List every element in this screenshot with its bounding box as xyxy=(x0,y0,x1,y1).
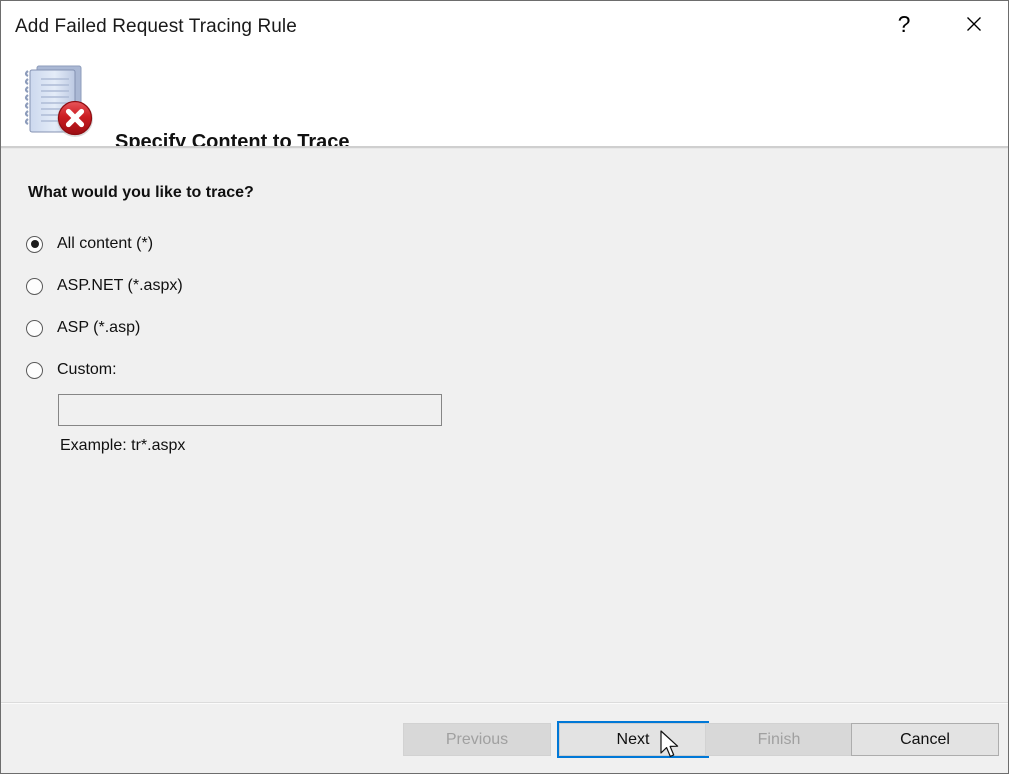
radio-indicator[interactable] xyxy=(26,319,43,337)
radio-label: ASP.NET (*.aspx) xyxy=(57,277,183,294)
title-bar: Add Failed Request Tracing Rule ? xyxy=(1,1,1008,55)
radio-option-all-content[interactable]: All content (*) xyxy=(26,233,153,255)
radio-label: Custom: xyxy=(57,361,117,378)
close-icon xyxy=(967,17,981,31)
next-button[interactable]: Next xyxy=(559,723,707,756)
cancel-button[interactable]: Cancel xyxy=(851,723,999,756)
close-button[interactable] xyxy=(945,1,1003,47)
window-title: Add Failed Request Tracing Rule xyxy=(15,16,297,37)
finish-button[interactable]: Finish xyxy=(705,723,853,756)
radio-indicator[interactable] xyxy=(26,361,43,379)
help-button[interactable]: ? xyxy=(875,1,933,47)
log-document-error-icon xyxy=(24,65,93,137)
add-failed-request-tracing-rule-dialog: Add Failed Request Tracing Rule ? Specif… xyxy=(0,0,1009,774)
radio-indicator[interactable] xyxy=(26,235,43,253)
question-mark-icon: ? xyxy=(897,10,911,37)
radio-option-custom[interactable]: Custom: xyxy=(26,359,117,381)
header-band: Specify Content to Trace xyxy=(1,55,1008,153)
question-label: What would you like to trace? xyxy=(28,184,254,201)
dialog-body: What would you like to trace? All conten… xyxy=(1,149,1008,702)
previous-button[interactable]: Previous xyxy=(403,723,551,756)
dialog-footer: Previous Next Finish Cancel xyxy=(1,704,1008,773)
custom-pattern-input[interactable] xyxy=(58,394,442,426)
example-hint: Example: tr*.aspx xyxy=(60,437,186,454)
radio-indicator[interactable] xyxy=(26,277,43,295)
radio-option-asp[interactable]: ASP (*.asp) xyxy=(26,317,140,339)
radio-label: ASP (*.asp) xyxy=(57,319,141,336)
radio-option-aspnet[interactable]: ASP.NET (*.aspx) xyxy=(26,275,183,297)
radio-label: All content (*) xyxy=(57,235,154,252)
